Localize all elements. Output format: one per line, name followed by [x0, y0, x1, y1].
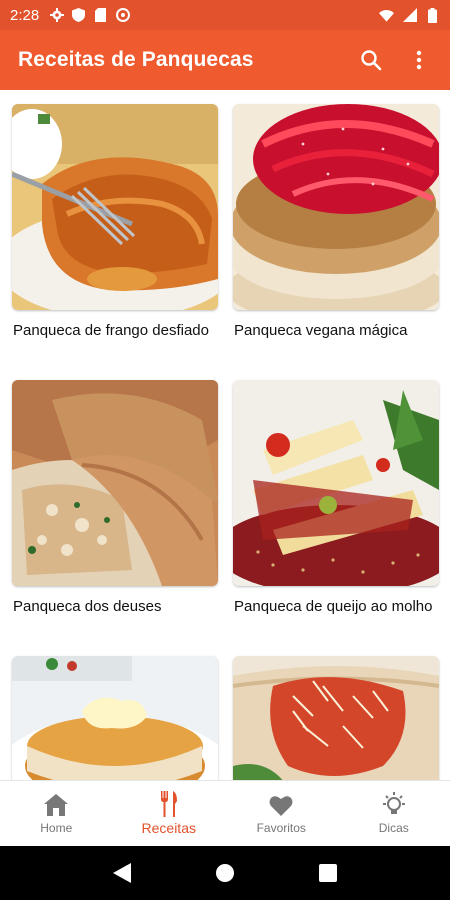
recipe-card[interactable]: Panqueca vegana mágica — [233, 104, 439, 339]
recipe-card[interactable] — [233, 656, 439, 780]
bottom-nav: Home Receitas Favoritos Dicas — [0, 780, 450, 846]
battery-icon — [425, 7, 440, 23]
recipe-image[interactable] — [12, 380, 218, 586]
nav-label: Receitas — [141, 820, 196, 836]
wifi-icon — [379, 8, 394, 23]
back-icon[interactable] — [107, 858, 137, 888]
nav-item-favoritos[interactable]: Favoritos — [225, 781, 338, 846]
recipe-card[interactable] — [12, 656, 218, 780]
recipe-image[interactable] — [233, 656, 439, 780]
recipe-title[interactable]: Panqueca de queijo ao molho — [233, 598, 439, 615]
recipe-title[interactable]: Panqueca vegana mágica — [233, 322, 439, 339]
recipe-card[interactable]: Panqueca de queijo ao molho — [233, 380, 439, 615]
status-bar: 2:28 — [0, 0, 450, 30]
recents-icon[interactable] — [313, 858, 343, 888]
gear-icon — [49, 8, 64, 23]
sd-card-icon — [93, 8, 108, 23]
recipe-image[interactable] — [233, 380, 439, 586]
search-icon[interactable] — [358, 47, 384, 73]
app-title: Receitas de Panquecas — [18, 48, 254, 71]
shield-icon — [71, 8, 86, 23]
fork-knife-icon — [156, 791, 182, 817]
recipe-card[interactable]: Panqueca de frango desfiado — [12, 104, 218, 339]
more-vert-icon[interactable] — [406, 47, 432, 73]
recipe-title[interactable]: Panqueca de frango desfiado — [12, 322, 218, 339]
recipe-grid[interactable]: Panqueca de frango desfiado Panqueca veg… — [0, 90, 450, 780]
status-time: 2:28 — [10, 6, 40, 24]
nav-item-home[interactable]: Home — [0, 781, 113, 846]
signal-icon — [402, 8, 417, 23]
nav-label: Favoritos — [256, 821, 306, 835]
recipe-image[interactable] — [12, 104, 218, 310]
heart-icon — [268, 792, 294, 818]
recipe-card[interactable]: Panqueca dos deuses — [12, 380, 218, 615]
recipe-image[interactable] — [233, 104, 439, 310]
nav-item-dicas[interactable]: Dicas — [338, 781, 450, 846]
system-nav — [0, 846, 450, 900]
nav-label: Home — [40, 821, 73, 835]
nav-label: Dicas — [378, 821, 409, 835]
home-icon — [43, 792, 69, 818]
home-circle-icon[interactable] — [210, 858, 240, 888]
recipe-title[interactable]: Panqueca dos deuses — [12, 598, 218, 615]
app-bar: Receitas de Panquecas — [0, 30, 450, 90]
lightbulb-icon — [381, 792, 407, 818]
nav-item-receitas[interactable]: Receitas — [113, 781, 226, 846]
location-off-icon — [115, 8, 130, 23]
recipe-image[interactable] — [12, 656, 218, 780]
